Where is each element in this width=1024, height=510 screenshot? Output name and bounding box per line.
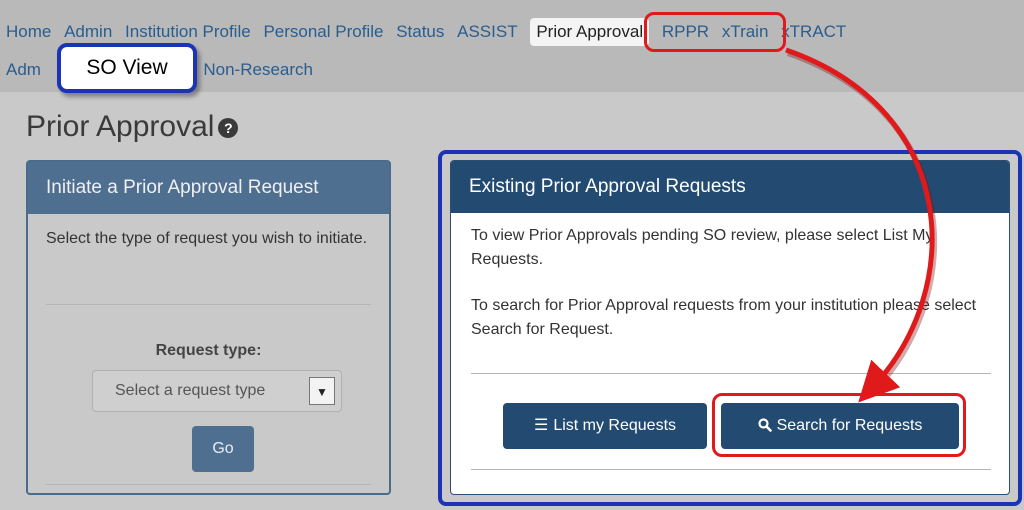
annotation-arrow xyxy=(785,47,937,403)
